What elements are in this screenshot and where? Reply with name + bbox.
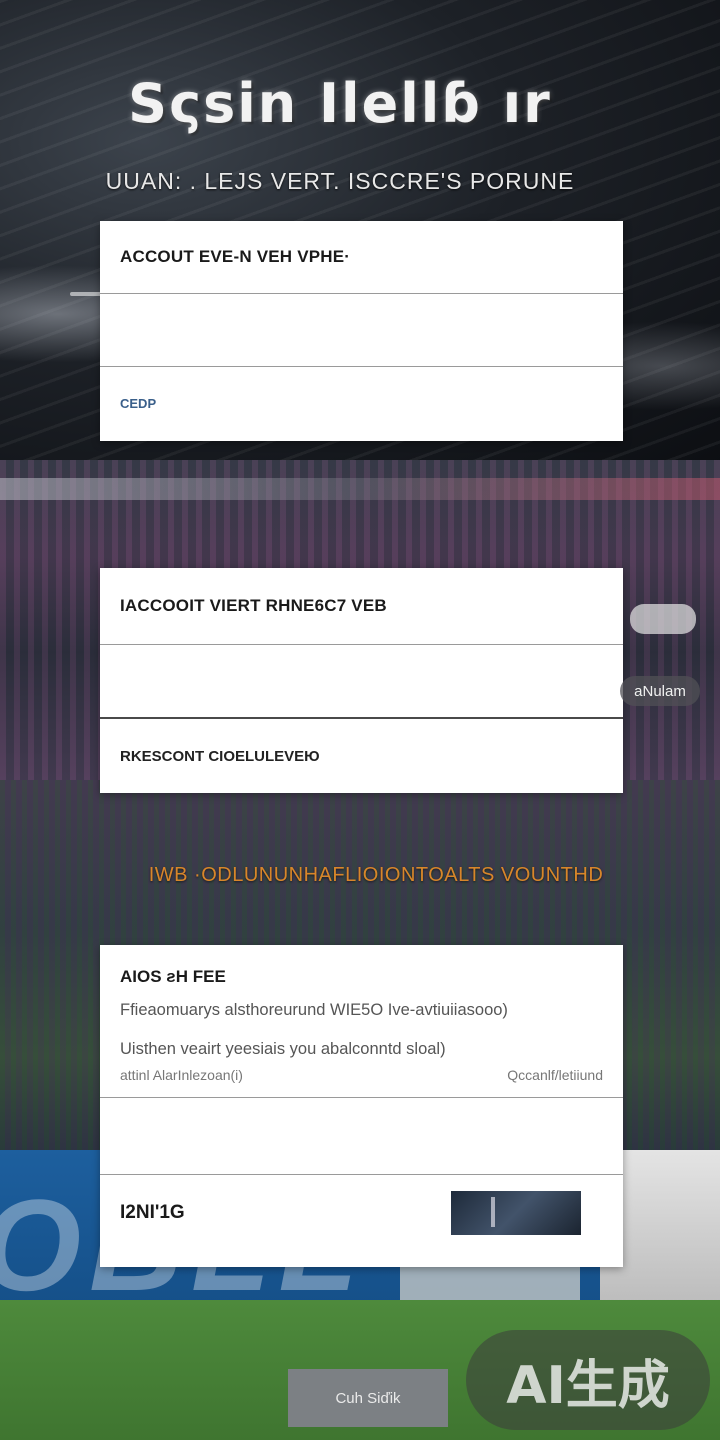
- card-2-heading: IACCOOIT VIERT RHNE6C7 VEB: [120, 596, 387, 615]
- info-card-line-1: Ffieaomuarys alsthoreurund WIE5O Ive-avt…: [120, 1001, 508, 1019]
- app-title: Sςsin Ilellɓ ır: [128, 72, 552, 135]
- info-card-input[interactable]: [100, 1098, 623, 1174]
- app-subtitle: UUAN: . LEJS VERT. ISCCRE'S PORUNE: [105, 168, 575, 194]
- card-1-field-1[interactable]: [100, 293, 623, 366]
- account-card-2: IACCOOIT VIERT RHNE6C7 VEB RKESCONT CIOE…: [100, 568, 623, 793]
- advertising-sign-center: [400, 1262, 580, 1302]
- card-1-input-1[interactable]: [100, 294, 623, 366]
- thumbnail-image[interactable]: [451, 1191, 581, 1235]
- info-card-small-row: attinl AlarInlezoan(i) Qccanlf/letiiund: [120, 1067, 603, 1083]
- watermark-text: AI生成: [506, 1355, 670, 1416]
- card-1-link[interactable]: CEDP: [120, 396, 156, 411]
- promo-text: IWB ·ODLUNUNHAFLIOIONTOALTS VOUNTHD: [148, 864, 604, 886]
- card-2-field[interactable]: [100, 644, 623, 717]
- stand-rim-background: [0, 478, 720, 500]
- card-2-footer-text: RKESCONT CIOELULEVEЮ: [120, 748, 320, 765]
- app-root: OBLL Sςsin Ilellɓ ır UUAN: . LEJS VERT. …: [0, 0, 720, 1440]
- info-card: AIOS ƨH FEE Ffieaomuarys alsthoreurund W…: [100, 945, 623, 1267]
- card-2-footer: RKESCONT CIOELULEVEЮ: [100, 717, 623, 794]
- info-card-small-right: Qccanlf/letiiund: [507, 1067, 603, 1083]
- info-card-title: AIOS ƨH FEE: [120, 967, 226, 986]
- info-card-body: AIOS ƨH FEE Ffieaomuarys alsthoreurund W…: [100, 945, 623, 1097]
- info-card-field[interactable]: [100, 1097, 623, 1174]
- side-chip[interactable]: aNulam: [620, 676, 700, 706]
- decor-smoke: [630, 604, 696, 634]
- card-1-footer: CEDP: [100, 366, 623, 439]
- info-card-line-2: Uisthen veairt yeesiais you abalconntd s…: [120, 1040, 446, 1058]
- ai-generated-watermark: AI生成: [466, 1330, 710, 1430]
- info-card-footer-label: I2NI'1G: [120, 1202, 185, 1223]
- card-2-input[interactable]: [100, 645, 623, 717]
- info-card-footer: I2NI'1G: [100, 1174, 623, 1251]
- info-card-small-left: attinl AlarInlezoan(i): [120, 1067, 243, 1083]
- card-1-heading: ACCOUT EVE-N VEH VPHE·: [120, 247, 351, 266]
- submit-button[interactable]: Cuh Siďik: [288, 1369, 448, 1427]
- account-card-1: ACCOUT EVE-N VEH VPHE· CEDP: [100, 221, 623, 441]
